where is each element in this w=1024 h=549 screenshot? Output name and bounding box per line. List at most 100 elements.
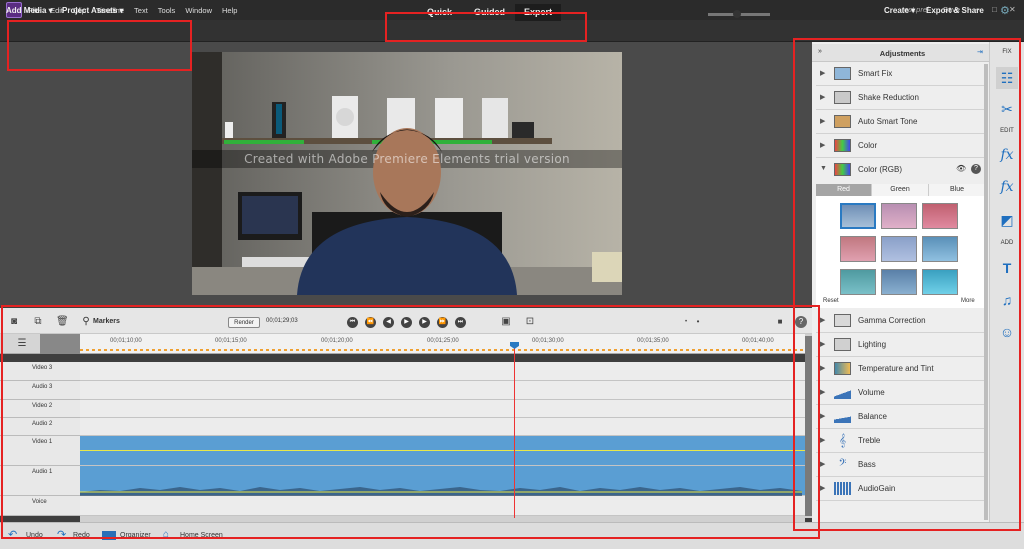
track-video-3[interactable]: [80, 362, 805, 381]
track-header-video-3[interactable]: Video 3: [0, 362, 80, 381]
monitor-icon[interactable]: ▣: [500, 316, 512, 328]
menu-text[interactable]: Text: [134, 6, 148, 15]
tab-blue[interactable]: Blue: [929, 184, 986, 196]
next-edit-icon[interactable]: ⏩: [437, 317, 448, 328]
more-button[interactable]: More: [961, 298, 975, 304]
zoom-in-icon[interactable]: •: [692, 316, 704, 328]
go-to-end-icon[interactable]: ⏭: [455, 317, 466, 328]
adjustment-auto-smart-tone[interactable]: ▶ Auto Smart Tone: [816, 110, 986, 134]
timeline-ruler[interactable]: 00;01;10;00 00;01;15;00 00;01;20;00 00;0…: [80, 334, 805, 354]
undo-button[interactable]: Undo: [26, 532, 43, 539]
color-preset[interactable]: [881, 203, 917, 229]
applied-effects-icon[interactable]: fx: [996, 144, 1018, 166]
mode-expert-tab[interactable]: Expert: [515, 4, 562, 21]
transitions-icon[interactable]: ◩: [996, 209, 1018, 231]
undo-icon[interactable]: ↶: [8, 528, 17, 541]
step-forward-icon[interactable]: ▶: [419, 317, 430, 328]
step-back-icon[interactable]: ◀: [383, 317, 394, 328]
color-preset[interactable]: [881, 236, 917, 262]
zoom-slider-handle[interactable]: [733, 10, 741, 18]
color-preset[interactable]: [922, 203, 958, 229]
zoom-out-icon[interactable]: •: [680, 316, 692, 328]
redo-button[interactable]: Redo: [73, 532, 90, 539]
play-icon[interactable]: ▶: [401, 317, 412, 328]
adjustment-bass[interactable]: ▶ 𝄢 Bass: [816, 453, 986, 477]
gear-icon[interactable]: ⚙: [1000, 4, 1012, 17]
video-preview[interactable]: Created with Adobe Premiere Elements tri…: [192, 52, 622, 295]
reset-button[interactable]: Reset: [823, 298, 839, 304]
timeline-scroll-thumb[interactable]: [805, 336, 812, 516]
organizer-button[interactable]: Organizer: [120, 532, 151, 539]
camera-icon[interactable]: ◙: [8, 316, 20, 328]
opacity-line[interactable]: [80, 450, 805, 451]
adjustment-lighting[interactable]: ▶ Lighting: [816, 333, 986, 357]
menu-tools[interactable]: Tools: [158, 6, 176, 15]
music-icon[interactable]: ♫: [996, 289, 1018, 311]
color-preset[interactable]: [922, 236, 958, 262]
project-assets-button[interactable]: Project Assets ▾: [62, 6, 124, 15]
redo-icon[interactable]: ↷: [57, 528, 66, 541]
adjustment-temperature-tint[interactable]: ▶ Temperature and Tint: [816, 357, 986, 381]
track-settings-icon[interactable]: ☰: [16, 338, 28, 350]
track-header-video-1[interactable]: Video 1: [0, 436, 80, 466]
color-preset[interactable]: [840, 269, 876, 295]
adjustment-smart-fix[interactable]: ▶ Smart Fix: [816, 62, 986, 86]
crop-icon[interactable]: ⧉: [32, 316, 44, 328]
adjustment-treble[interactable]: ▶ 𝄞 Treble: [816, 429, 986, 453]
menu-window[interactable]: Window: [185, 6, 212, 15]
track-header-audio-1[interactable]: Audio 1: [0, 466, 80, 496]
home-screen-button[interactable]: Home Screen: [180, 532, 223, 539]
adjustment-volume[interactable]: ▶ Volume: [816, 381, 986, 405]
mode-quick-tab[interactable]: Quick: [418, 4, 461, 21]
adjustment-gamma-correction[interactable]: ▶ Gamma Correction: [816, 309, 986, 333]
effects-icon[interactable]: fx: [996, 176, 1018, 198]
collapse-panel-icon[interactable]: »: [818, 48, 822, 55]
create-button[interactable]: Create ▾: [884, 6, 915, 15]
expand-icon[interactable]: ⇥: [977, 48, 983, 56]
fit-icon[interactable]: ⊡: [524, 316, 536, 328]
track-voice[interactable]: [80, 496, 805, 516]
adjustment-audiogain[interactable]: ▶ AudioGain: [816, 477, 986, 501]
organizer-icon[interactable]: [102, 531, 116, 540]
adjustment-color-rgb[interactable]: ▼ Color (RGB) 👁 ?: [816, 158, 986, 182]
track-header-audio-3[interactable]: Audio 3: [0, 381, 80, 400]
graphics-icon[interactable]: ☺: [996, 321, 1018, 343]
track-audio-2[interactable]: [80, 418, 805, 436]
maximize-icon[interactable]: □: [992, 6, 1000, 14]
adjustment-shake-reduction[interactable]: ▶ Shake Reduction: [816, 86, 986, 110]
go-to-start-icon[interactable]: ⏮: [347, 317, 358, 328]
trash-icon[interactable]: 🗑: [56, 316, 69, 328]
color-preset[interactable]: [881, 269, 917, 295]
color-preset[interactable]: [922, 269, 958, 295]
color-preset[interactable]: [840, 203, 876, 229]
tab-green[interactable]: Green: [872, 184, 929, 196]
track-audio-3[interactable]: [80, 381, 805, 400]
tab-red[interactable]: Red: [816, 184, 872, 196]
menu-help[interactable]: Help: [222, 6, 237, 15]
adjustments-icon[interactable]: ☷: [996, 67, 1018, 89]
fit-timeline-icon[interactable]: ■: [774, 316, 786, 328]
help-icon[interactable]: ?: [971, 164, 981, 174]
home-icon[interactable]: ⌂: [163, 529, 169, 540]
export-share-button[interactable]: Export & Share: [926, 6, 984, 15]
titles-icon[interactable]: T: [996, 257, 1018, 279]
video-clip[interactable]: [80, 436, 805, 466]
tools-icon[interactable]: ✂: [996, 98, 1018, 120]
track-toggle[interactable]: [40, 334, 80, 354]
previous-edit-icon[interactable]: ⏪: [365, 317, 376, 328]
track-header-video-2[interactable]: Video 2: [0, 400, 80, 418]
adjustment-color[interactable]: ▶ Color: [816, 134, 986, 158]
help-icon[interactable]: ?: [795, 316, 807, 328]
track-video-2[interactable]: [80, 400, 805, 418]
marker-icon[interactable]: ⚲: [80, 316, 92, 328]
adjustment-balance[interactable]: ▶ Balance: [816, 405, 986, 429]
markers-button[interactable]: Markers: [93, 318, 120, 325]
add-media-button[interactable]: Add Media ▾: [6, 6, 53, 15]
playhead-line[interactable]: [514, 346, 515, 518]
render-button[interactable]: Render: [228, 317, 260, 328]
mode-guided-tab[interactable]: Guided: [465, 4, 514, 21]
eye-icon[interactable]: 👁: [956, 164, 966, 173]
color-preset[interactable]: [840, 236, 876, 262]
track-header-voice[interactable]: Voice: [0, 496, 80, 516]
track-header-audio-2[interactable]: Audio 2: [0, 418, 80, 436]
